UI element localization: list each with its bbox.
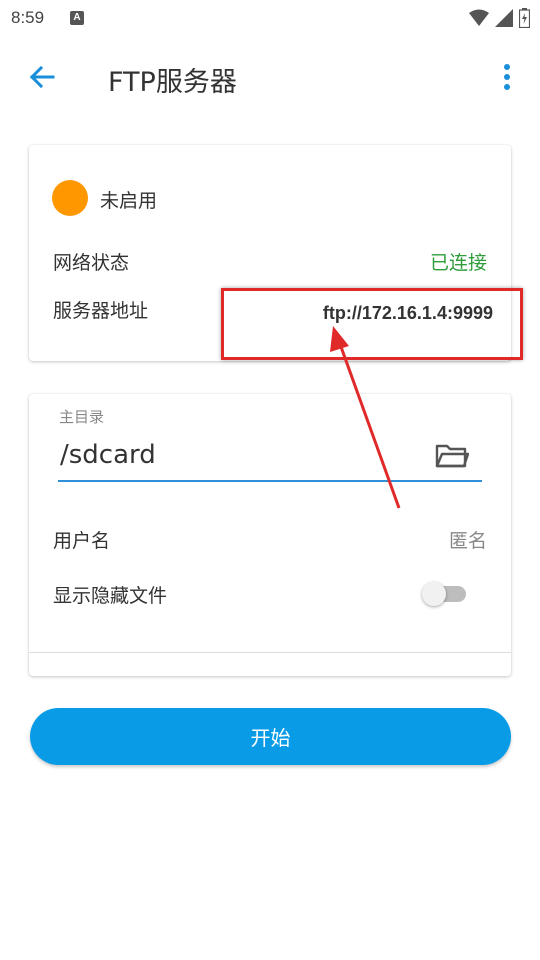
server-status-card: 未启用 网络状态 已连接 服务器地址 ftp://172.16.1.4:9999	[29, 145, 511, 361]
show-hidden-files-toggle[interactable]	[422, 582, 472, 606]
page-title: FTP服务器	[108, 67, 237, 98]
server-settings-card: 主目录 用户名 匿名 显示隐藏文件	[29, 394, 511, 676]
signal-icon	[495, 9, 513, 27]
arrow-back-icon[interactable]	[27, 62, 57, 92]
status-time: 8:59	[11, 8, 45, 27]
home-dir-label: 主目录	[59, 408, 105, 426]
show-hidden-files-label: 显示隐藏文件	[53, 585, 168, 607]
wifi-icon	[469, 9, 489, 26]
status-icons	[469, 8, 530, 28]
more-vert-icon[interactable]	[496, 62, 518, 92]
home-dir-input[interactable]	[58, 434, 482, 482]
username-label: 用户名	[53, 530, 111, 552]
username-value[interactable]: 匿名	[449, 526, 487, 553]
server-state: 未启用	[100, 190, 158, 212]
toggle-thumb	[422, 582, 446, 606]
folder-open-icon[interactable]	[435, 441, 469, 471]
app-bar: FTP服务器	[0, 36, 540, 120]
battery-icon	[519, 8, 530, 28]
status-indicator-icon	[52, 180, 88, 216]
network-status-value: 已连接	[429, 252, 487, 274]
status-bar: 8:59 A	[0, 0, 540, 36]
network-status-label: 网络状态	[53, 252, 130, 274]
server-address-label: 服务器地址	[53, 300, 149, 322]
server-address-value: ftp://172.16.1.4:9999	[322, 303, 493, 323]
start-button[interactable]: 开始	[30, 708, 511, 765]
notification-icon: A	[70, 11, 84, 25]
divider	[29, 652, 511, 653]
